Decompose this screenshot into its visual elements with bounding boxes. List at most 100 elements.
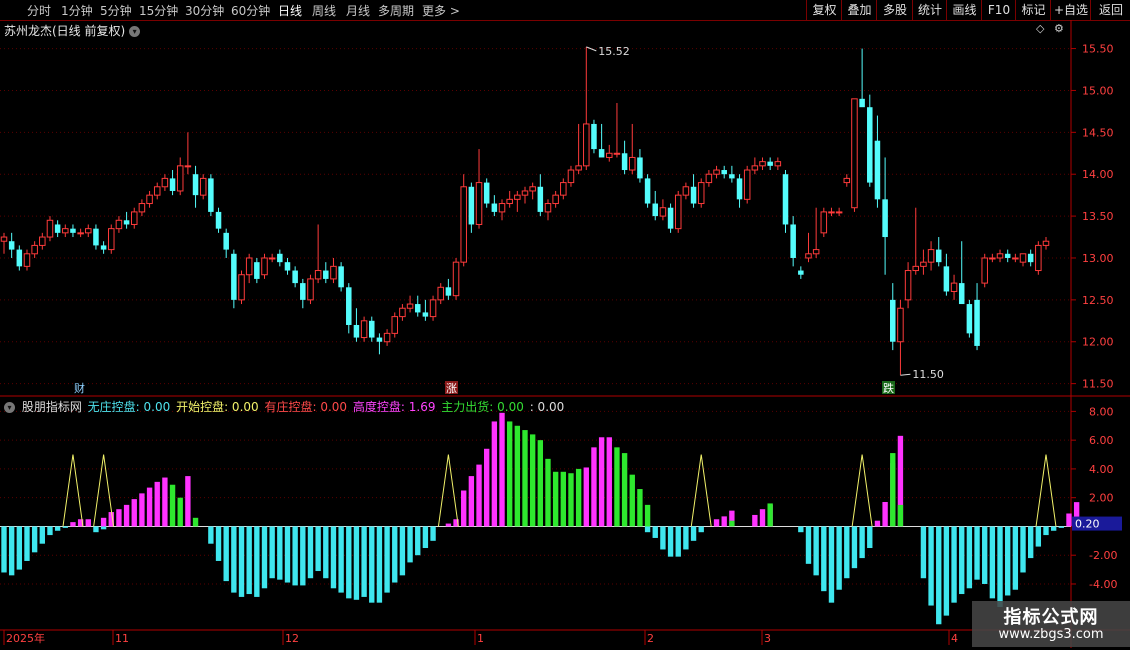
indicator-bar <box>8 526 15 576</box>
indicator-bar <box>667 526 674 557</box>
indicator-bar <box>330 526 337 589</box>
indicator-bar <box>920 526 927 579</box>
date-tick-label: 2025年 <box>6 631 45 645</box>
candle-body <box>697 182 705 205</box>
candle-body <box>406 303 414 309</box>
indicator-bar <box>231 526 237 593</box>
candle-body <box>138 203 146 213</box>
candle-body <box>567 169 575 184</box>
diamond-icon[interactable]: ◇ <box>1036 22 1044 35</box>
candle-body <box>452 261 460 297</box>
candle-body <box>790 224 796 258</box>
main-chart-title: 苏州龙杰(日线 前复权) ▾ <box>4 22 141 39</box>
candle-body <box>192 174 199 196</box>
candle-body <box>705 173 713 184</box>
indicator-bar <box>307 526 314 579</box>
price-tick-label: 12.50 <box>1082 294 1114 307</box>
indicator-value-gaodu: 高度控盘: 1.69 <box>352 400 436 414</box>
indicator-bar <box>729 520 735 527</box>
indicator-bar <box>192 517 199 527</box>
indicator-bar <box>713 519 720 527</box>
candle-body <box>774 161 782 167</box>
indicator-bar <box>468 476 475 527</box>
indicator-bar <box>484 448 490 527</box>
candle-body <box>314 270 322 280</box>
indicator-tick-label: 8.00 <box>1089 405 1114 418</box>
indicator-bar <box>323 526 329 579</box>
candle-body <box>1012 257 1019 260</box>
indicator-value-kaishi: 开始控盘: 0.00 <box>176 400 259 414</box>
candle-body <box>782 174 789 225</box>
price-tick-label: 13.00 <box>1082 252 1114 265</box>
date-tick-label: 11 <box>115 632 129 645</box>
indicator-bar <box>928 526 934 606</box>
indicator-bar <box>859 526 865 559</box>
candle-body <box>31 244 38 255</box>
candle-body <box>575 165 582 171</box>
indicator-bar <box>100 517 107 527</box>
candle-body <box>62 228 69 234</box>
indicator-bar <box>552 471 559 527</box>
candle-body <box>498 203 506 213</box>
settings-icon[interactable]: ⚙ <box>1054 22 1064 35</box>
indicator-bar <box>261 526 268 589</box>
candle-body <box>904 270 912 301</box>
date-tick-label: 3 <box>764 632 771 645</box>
price-tick-label: 13.50 <box>1082 210 1114 223</box>
indicator-bar <box>721 516 727 527</box>
indicator-bar <box>39 526 45 544</box>
indicator-bar <box>238 526 245 597</box>
indicator-bar <box>683 526 689 550</box>
candle-body <box>798 270 804 275</box>
candle-body <box>1004 253 1011 258</box>
price-tick-label: 11.50 <box>1082 378 1114 391</box>
chart-canvas[interactable]: 15.5015.0014.5014.0013.5013.0012.5012.00… <box>0 0 1130 650</box>
candle-body <box>996 253 1004 259</box>
candle-body <box>445 287 452 296</box>
indicator-value-chuhuo: 主力出货: 0.00 <box>441 400 524 414</box>
indicator-bar <box>93 526 99 533</box>
candle-body <box>23 253 31 267</box>
watermark-url: www.zbgs3.com <box>998 627 1104 642</box>
price-tick-label: 15.00 <box>1082 84 1114 97</box>
candle-body <box>828 211 835 214</box>
indicator-title: ▾ 股朋指标网 无庄控盘: 0.00 开始控盘: 0.00 有庄控盘: 0.00… <box>4 398 566 415</box>
indicator-bar <box>399 526 406 576</box>
indicator-tick-label: 6.00 <box>1089 434 1114 447</box>
indicator-bar <box>537 440 544 527</box>
indicator-tick-label: -4.00 <box>1089 578 1117 591</box>
indicator-bar <box>844 526 850 579</box>
candle-body <box>805 253 812 259</box>
candle-body <box>383 332 391 343</box>
candle-body <box>812 249 820 255</box>
indicator-bar <box>1020 526 1026 573</box>
candle-body <box>115 219 123 230</box>
indicator-bar <box>284 526 291 583</box>
indicator-bar <box>767 503 773 527</box>
indicator-bar <box>989 526 996 599</box>
candle-body <box>39 236 46 246</box>
candle-body <box>1027 253 1034 263</box>
indicator-bar <box>614 447 620 527</box>
indicator-bar <box>338 526 344 593</box>
candle-body <box>751 165 759 171</box>
annotations: 15.52 11.50 财 涨 跌 <box>73 45 944 395</box>
candle-body <box>161 177 169 188</box>
chevron-down-icon[interactable]: ▾ <box>4 402 15 413</box>
indicator-bar <box>644 526 651 533</box>
indicator-bar <box>936 526 942 625</box>
indicator-bar <box>621 453 628 527</box>
indicator-bar <box>698 526 704 533</box>
indicator-bar <box>514 425 521 527</box>
candle-body <box>843 177 851 184</box>
indicator-bar <box>1 526 7 573</box>
candle-body <box>981 257 988 284</box>
indicator-bar <box>177 497 183 527</box>
indicator-bar <box>836 526 842 590</box>
candle-body <box>690 186 697 204</box>
indicator-bar <box>376 526 383 603</box>
candle-body <box>713 169 720 175</box>
chevron-down-icon[interactable]: ▾ <box>129 26 141 37</box>
indicator-tick-label: 4.00 <box>1089 463 1114 476</box>
indicator-bar <box>890 453 896 527</box>
